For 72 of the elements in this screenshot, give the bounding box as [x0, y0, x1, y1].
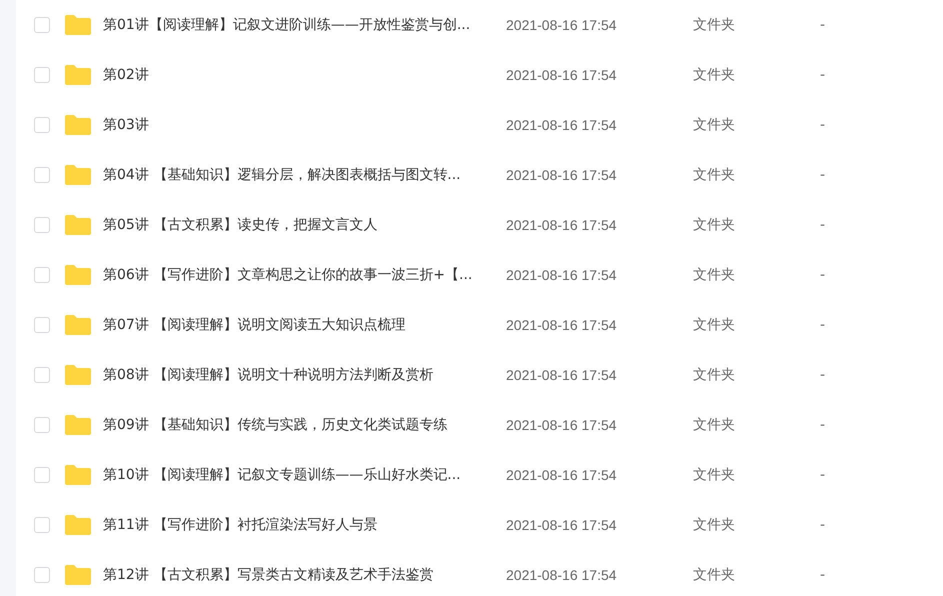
- modified-date: 2021-08-16 17:54: [506, 217, 618, 233]
- file-name[interactable]: 第09讲 【基础知识】传统与实践，历史文化类试题专练: [103, 416, 506, 434]
- file-name[interactable]: 第03讲: [103, 116, 506, 134]
- checkbox[interactable]: [34, 167, 50, 183]
- file-type: 文件夹: [693, 16, 736, 34]
- file-size: -: [820, 567, 826, 583]
- folder-icon: [65, 215, 91, 235]
- checkbox[interactable]: [34, 17, 50, 33]
- folder-icon: [65, 165, 91, 185]
- folder-icon: [65, 115, 91, 135]
- file-type: 文件夹: [693, 566, 736, 584]
- checkbox[interactable]: [34, 67, 50, 83]
- file-size: -: [820, 267, 826, 283]
- modified-date: 2021-08-16 17:54: [506, 317, 618, 333]
- file-name[interactable]: 第10讲 【阅读理解】记叙文专题训练——乐山好水类记...: [103, 466, 506, 484]
- modified-date: 2021-08-16 17:54: [506, 367, 618, 383]
- file-size: -: [820, 217, 826, 233]
- file-size: -: [820, 317, 826, 333]
- folder-icon: [65, 465, 91, 485]
- file-size: -: [820, 467, 826, 483]
- file-size: -: [820, 167, 826, 183]
- file-type: 文件夹: [693, 116, 736, 134]
- checkbox[interactable]: [34, 117, 50, 133]
- file-type: 文件夹: [693, 416, 736, 434]
- checkbox[interactable]: [34, 467, 50, 483]
- file-size: -: [820, 517, 826, 533]
- file-type: 文件夹: [693, 266, 736, 284]
- file-name[interactable]: 第06讲 【写作进阶】文章构思之让你的故事一波三折+【...: [103, 266, 506, 284]
- file-name[interactable]: 第04讲 【基础知识】逻辑分层，解决图表概括与图文转...: [103, 166, 506, 184]
- modified-date: 2021-08-16 17:54: [506, 167, 618, 183]
- file-type: 文件夹: [693, 316, 736, 334]
- checkbox[interactable]: [34, 317, 50, 333]
- file-size: -: [820, 17, 826, 33]
- checkbox[interactable]: [34, 517, 50, 533]
- file-name[interactable]: 第01讲【阅读理解】记叙文进阶训练——开放性鉴赏与创...: [103, 16, 506, 34]
- file-name[interactable]: 第08讲 【阅读理解】说明文十种说明方法判断及赏析: [103, 366, 506, 384]
- checkbox[interactable]: [34, 567, 50, 583]
- file-name[interactable]: 第12讲 【古文积累】写景类古文精读及艺术手法鉴赏: [103, 566, 506, 584]
- file-name[interactable]: 第07讲 【阅读理解】说明文阅读五大知识点梳理: [103, 316, 506, 334]
- file-type: 文件夹: [693, 216, 736, 234]
- modified-date: 2021-08-16 17:54: [506, 417, 618, 433]
- folder-icon: [65, 415, 91, 435]
- file-type: 文件夹: [693, 516, 736, 534]
- file-type: 文件夹: [693, 66, 736, 84]
- folder-icon: [65, 315, 91, 335]
- checkbox[interactable]: [34, 267, 50, 283]
- modified-date: 2021-08-16 17:54: [506, 17, 618, 33]
- file-name[interactable]: 第11讲 【写作进阶】衬托渲染法写好人与景: [103, 516, 506, 534]
- modified-date: 2021-08-16 17:54: [506, 517, 618, 533]
- file-type: 文件夹: [693, 166, 736, 184]
- folder-icon: [65, 65, 91, 85]
- folder-icon: [65, 365, 91, 385]
- modified-date: 2021-08-16 17:54: [506, 567, 618, 583]
- file-size: -: [820, 67, 826, 83]
- file-size: -: [820, 417, 826, 433]
- folder-icon: [65, 265, 91, 285]
- checkbox[interactable]: [34, 367, 50, 383]
- file-name[interactable]: 第02讲: [103, 66, 506, 84]
- modified-date: 2021-08-16 17:54: [506, 267, 618, 283]
- folder-icon: [65, 565, 91, 585]
- modified-date: 2021-08-16 17:54: [506, 117, 618, 133]
- file-name[interactable]: 第05讲 【古文积累】读史传，把握文言文人: [103, 216, 506, 234]
- checkbox[interactable]: [34, 417, 50, 433]
- file-type: 文件夹: [693, 366, 736, 384]
- modified-date: 2021-08-16 17:54: [506, 467, 618, 483]
- folder-icon: [65, 15, 91, 35]
- file-type: 文件夹: [693, 466, 736, 484]
- folder-icon: [65, 515, 91, 535]
- file-size: -: [820, 117, 826, 133]
- checkbox[interactable]: [34, 217, 50, 233]
- file-size: -: [820, 367, 826, 383]
- modified-date: 2021-08-16 17:54: [506, 67, 618, 83]
